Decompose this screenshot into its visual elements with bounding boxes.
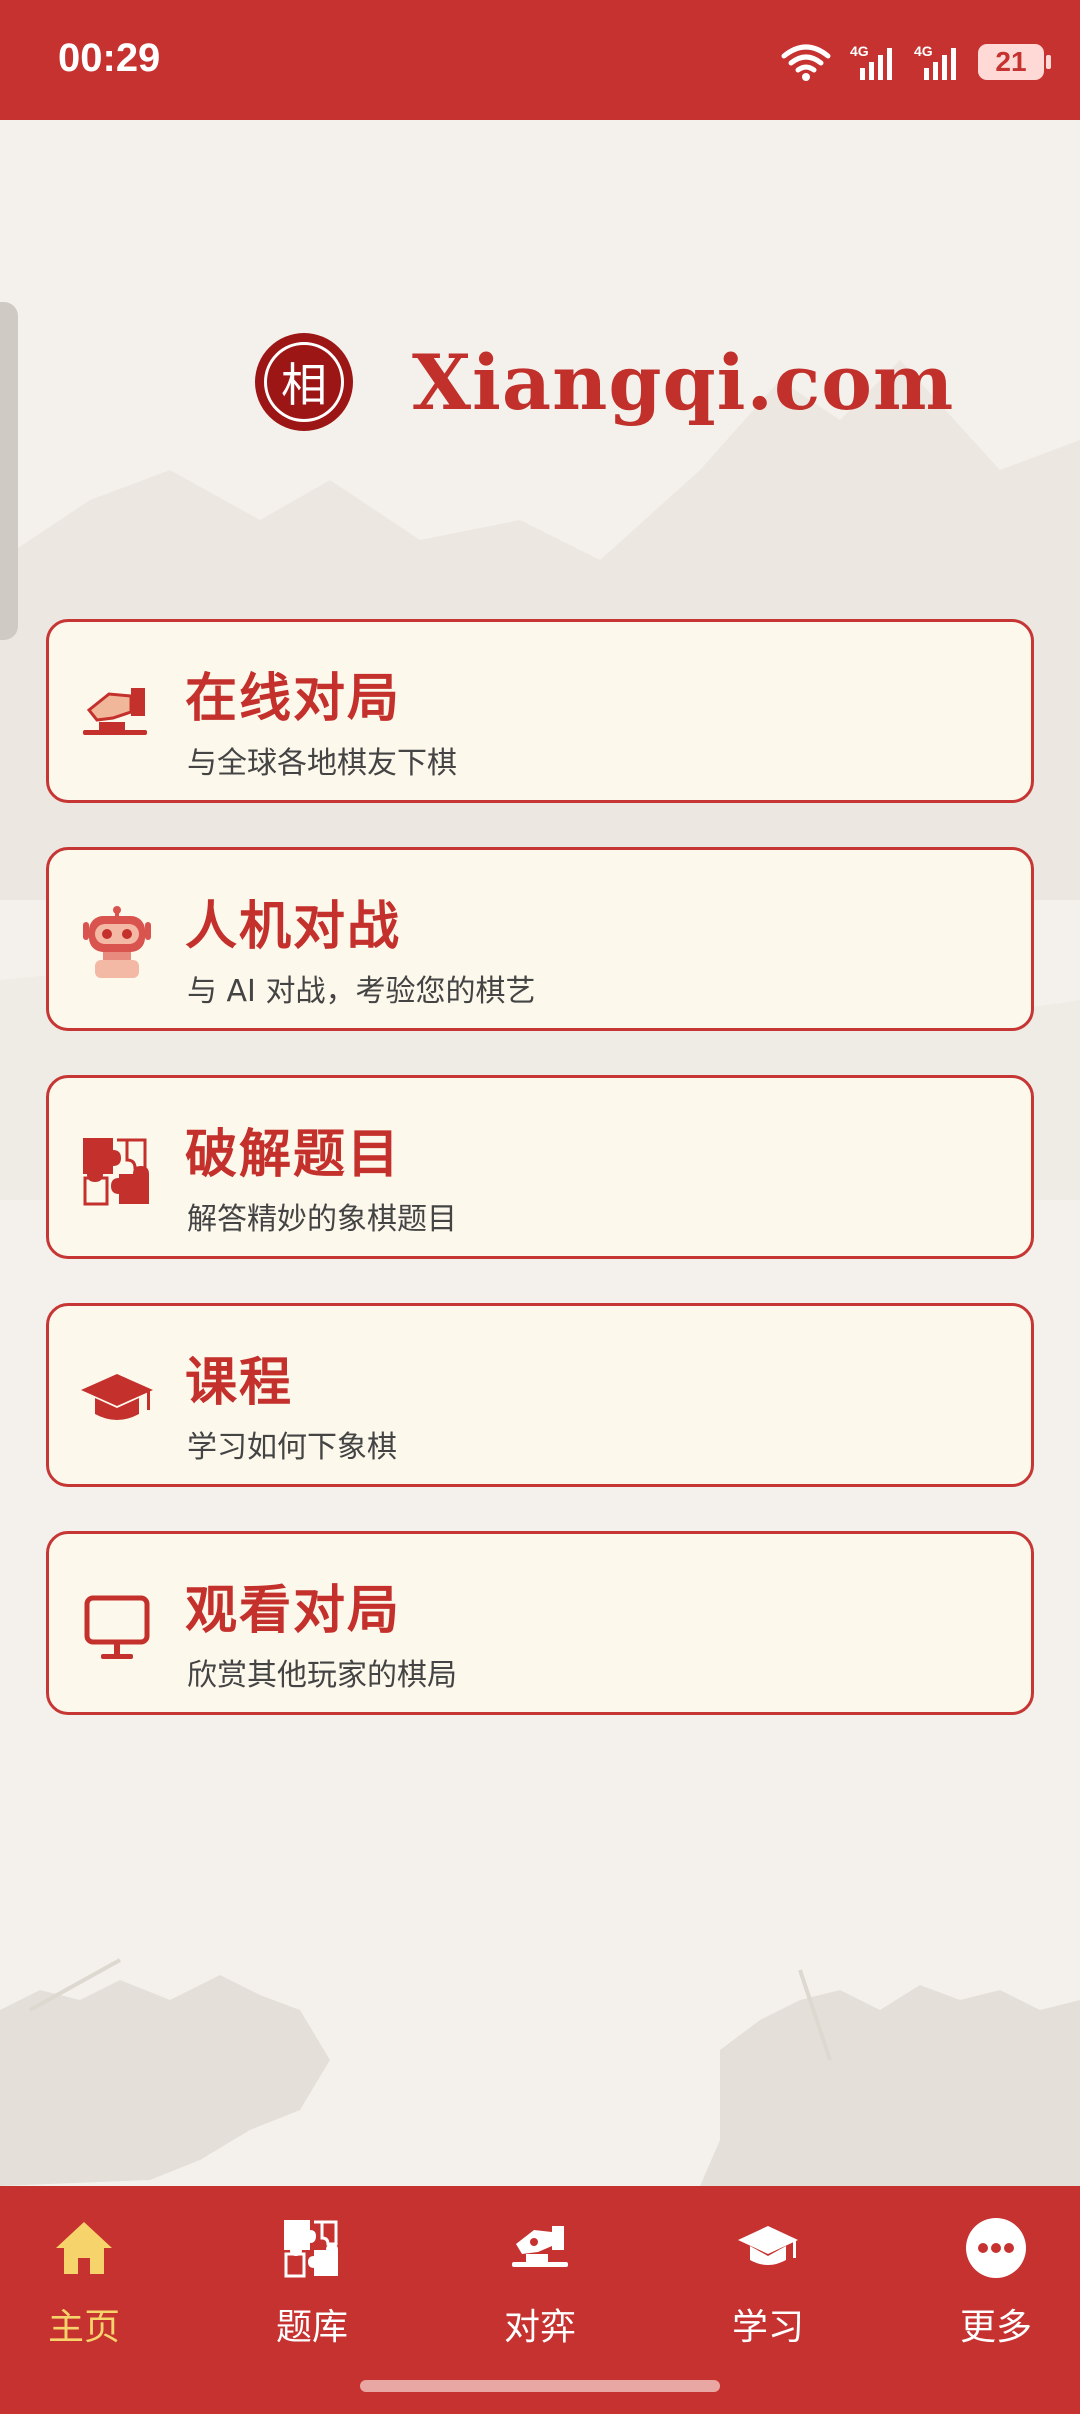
card-title: 在线对局 — [185, 669, 402, 729]
nav-label: 更多 — [959, 2307, 1032, 2348]
menu-card-online-play[interactable]: 在线对局 与全球各地棋友下棋 — [46, 619, 1034, 803]
brand-logo: 相 Xiangqi.com — [258, 336, 954, 428]
status-icons: 4G 4G 21 — [780, 38, 1051, 86]
svg-text:4G: 4G — [850, 43, 869, 59]
menu-card-watch-games[interactable]: 观看对局 欣赏其他玩家的棋局 — [46, 1531, 1034, 1715]
card-subtitle: 欣赏其他玩家的棋局 — [187, 1658, 457, 1693]
card-subtitle: 与全球各地棋友下棋 — [187, 746, 457, 781]
side-drawer-handle[interactable] — [0, 302, 18, 640]
puzzle-icon — [83, 1138, 149, 1206]
card-subtitle: 学习如何下象棋 — [187, 1430, 397, 1465]
monitor-icon — [84, 1595, 150, 1659]
nav-label: 对弈 — [503, 2307, 576, 2348]
svg-text:4G: 4G — [914, 43, 933, 59]
nav-label: 题库 — [275, 2307, 348, 2348]
nav-label: 学习 — [731, 2307, 804, 2348]
card-title: 人机对战 — [185, 897, 402, 957]
signal-4g-icon: 4G — [914, 43, 956, 80]
menu-card-courses[interactable]: 课程 学习如何下象棋 — [46, 1303, 1034, 1487]
nav-label: 主页 — [47, 2307, 120, 2348]
nav-home[interactable]: 主页 — [4, 2216, 164, 2350]
nav-more[interactable]: 更多 — [916, 2216, 1076, 2350]
card-title: 课程 — [185, 1353, 294, 1413]
menu-card-puzzles[interactable]: 破解题目 解答精妙的象棋题目 — [46, 1075, 1034, 1259]
card-title: 观看对局 — [185, 1581, 402, 1641]
nav-puzzles[interactable]: 题库 — [232, 2216, 392, 2350]
more-icon — [966, 2218, 1026, 2278]
home-indicator[interactable] — [360, 2380, 720, 2392]
nav-learn[interactable]: 学习 — [688, 2216, 848, 2350]
card-subtitle: 解答精妙的象棋题目 — [187, 1202, 457, 1237]
hand-piece-icon — [512, 2226, 568, 2267]
home-icon — [56, 2222, 112, 2274]
status-bar: 00:29 4G 4G 21 — [0, 0, 1080, 120]
status-time: 00:29 — [58, 36, 161, 80]
menu-card-vs-computer[interactable]: 人机对战 与 AI 对战，考验您的棋艺 — [46, 847, 1034, 1031]
hand-piece-icon — [83, 688, 147, 735]
brand-name: Xiangqi.com — [412, 337, 955, 427]
card-title: 破解题目 — [185, 1125, 402, 1185]
signal-4g-icon: 4G — [850, 43, 892, 80]
graduation-cap-icon — [81, 1374, 153, 1420]
puzzle-icon — [284, 2220, 338, 2278]
main-menu: 在线对局 与全球各地棋友下棋 人机对战 与 AI 对战，考验您的棋艺 破解题目 … — [46, 619, 1034, 1759]
graduation-cap-icon — [738, 2226, 798, 2265]
wifi-icon — [781, 44, 831, 81]
card-subtitle: 与 AI 对战，考验您的棋艺 — [187, 974, 536, 1009]
battery-level: 21 — [995, 46, 1027, 77]
battery-icon: 21 — [978, 44, 1051, 80]
robot-icon — [83, 906, 151, 978]
logo-char: 相 — [264, 342, 344, 422]
nav-play[interactable]: 对弈 — [460, 2216, 620, 2350]
logo-emblem: 相 — [258, 336, 350, 428]
